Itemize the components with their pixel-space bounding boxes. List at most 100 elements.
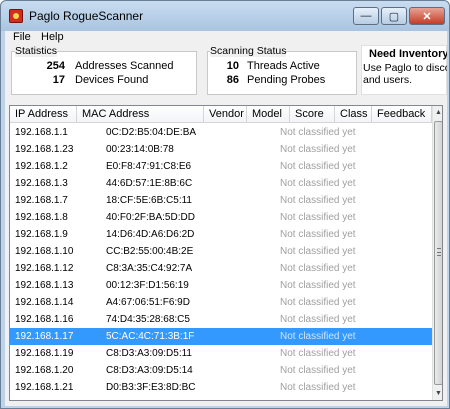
cell-mac-address: 18:CF:5E:6B:C5:11 (106, 195, 192, 206)
cell-mac-address: 74:D4:35:28:68:C5 (106, 314, 190, 325)
cell-mac-address: 44:6D:57:1E:8B:6C (106, 178, 193, 189)
inventory-title: Need Inventory (369, 48, 447, 60)
addresses-scanned-count: 254 (46, 60, 65, 72)
column-ip-address[interactable]: IP Address (10, 106, 77, 123)
vertical-scrollbar[interactable]: ▲ ▼ (432, 106, 442, 400)
menu-help[interactable]: Help (41, 31, 64, 43)
cell-classification-status: Not classified yet (280, 161, 356, 172)
cell-ip-address: 192.168.1.12 (15, 263, 74, 274)
cell-mac-address: D0:B3:3F:E3:8D:BC (106, 382, 196, 393)
table-row[interactable]: 192.168.1.17 5C:AC:4C:71:3B:1F Not classif… (10, 328, 432, 345)
close-button[interactable]: ✕ (409, 7, 445, 25)
cell-classification-status: Not classified yet (280, 127, 356, 138)
app-logo-icon (9, 9, 23, 23)
cell-classification-status: Not classified yet (280, 144, 356, 155)
cell-ip-address: 192.168.1.13 (15, 280, 74, 291)
column-score[interactable]: Score (290, 106, 335, 123)
table-row[interactable]: 192.168.1.2 E0:F8:47:91:C8:E6 Not classifi… (10, 158, 432, 175)
cell-ip-address: 192.168.1.10 (15, 246, 74, 257)
cell-classification-status: Not classified yet (280, 246, 356, 257)
status-bar (5, 403, 447, 406)
cell-classification-status: Not classified yet (280, 365, 356, 376)
table-row[interactable]: 192.168.1.20 C8:D3:A3:09:D5:14 Not classif… (10, 362, 432, 379)
cell-ip-address: 192.168.1.21 (15, 382, 74, 393)
statistics-panel (11, 51, 197, 95)
scanning-status-panel (207, 51, 357, 95)
table-row[interactable]: 192.168.1.13 00:12:3F:D1:56:19 Not classif… (10, 277, 432, 294)
pending-probes-label: Pending Probes (247, 74, 326, 86)
scroll-thumb[interactable] (434, 121, 442, 385)
column-model[interactable]: Model (247, 106, 290, 123)
table-row[interactable]: 192.168.1.16 74:D4:35:28:68:C5 Not classif… (10, 311, 432, 328)
inventory-text-line1[interactable]: Use Paglo to disco (363, 62, 447, 74)
cell-mac-address: E0:F8:47:91:C8:E6 (106, 161, 192, 172)
pending-probes-count: 86 (226, 74, 239, 86)
cell-classification-status: Not classified yet (280, 212, 356, 223)
column-feedback[interactable]: Feedback (372, 106, 432, 123)
cell-mac-address: C8:D3:A3:09:D5:14 (106, 365, 193, 376)
client-area: File Help Statistics 254 Addresses Scann… (5, 31, 447, 406)
cell-classification-status: Not classified yet (280, 348, 356, 359)
cell-ip-address: 192.168.1.14 (15, 297, 74, 308)
column-class[interactable]: Class (335, 106, 372, 123)
threads-active-label: Threads Active (247, 60, 320, 72)
cell-ip-address: 192.168.1.20 (15, 365, 74, 376)
devices-found-label: Devices Found (75, 74, 149, 86)
table-row[interactable]: 192.168.1.14 A4:67:06:51:F6:9D Not classif… (10, 294, 432, 311)
column-mac-address[interactable]: MAC Address (77, 106, 204, 123)
app-window: Paglo RogueScanner — ▢ ✕ File Help Stati… (0, 0, 450, 409)
table-row[interactable]: 192.168.1.1 0C:D2:B5:04:DE:BA Not classifi… (10, 124, 432, 141)
cell-classification-status: Not classified yet (280, 280, 356, 291)
title-bar[interactable]: Paglo RogueScanner — ▢ ✕ (1, 1, 449, 31)
table-row[interactable]: 192.168.1.12 C8:3A:35:C4:92:7A Not classif… (10, 260, 432, 277)
cell-classification-status: Not classified yet (280, 263, 356, 274)
device-list[interactable]: IP Address MAC Address Vendor Model Scor… (9, 105, 443, 401)
cell-ip-address: 192.168.1.17 (15, 331, 74, 342)
cell-ip-address: 192.168.1.19 (15, 348, 74, 359)
table-row[interactable]: 192.168.1.10 CC:B2:55:00:4B:2E Not classif… (10, 243, 432, 260)
table-row[interactable]: 192.168.1.8 40:F0:2F:BA:5D:DD Not classifi… (10, 209, 432, 226)
cell-mac-address: CC:B2:55:00:4B:2E (106, 246, 194, 257)
cell-ip-address: 192.168.1.2 (15, 161, 68, 172)
devices-found-count: 17 (52, 74, 65, 86)
scroll-up-arrow-icon[interactable]: ▲ (433, 106, 442, 119)
cell-classification-status: Not classified yet (280, 382, 356, 393)
maximize-button[interactable]: ▢ (381, 7, 407, 25)
table-row[interactable]: 192.168.1.7 18:CF:5E:6B:C5:11 Not classifi… (10, 192, 432, 209)
cell-mac-address: 0C:D2:B5:04:DE:BA (106, 127, 197, 138)
list-header: IP Address MAC Address Vendor Model Scor… (10, 106, 432, 123)
cell-mac-address: A4:67:06:51:F6:9D (106, 297, 190, 308)
menu-file[interactable]: File (13, 31, 31, 43)
table-row[interactable]: 192.168.1.3 44:6D:57:1E:8B:6C Not classifi… (10, 175, 432, 192)
table-row[interactable]: 192.168.1.23 00:23:14:0B:78 Not classified… (10, 141, 432, 158)
scroll-down-arrow-icon[interactable]: ▼ (433, 387, 442, 400)
cell-ip-address: 192.168.1.16 (15, 314, 74, 325)
cell-mac-address: 40:F0:2F:BA:5D:DD (106, 212, 195, 223)
cell-mac-address: C8:D3:A3:09:D5:11 (106, 348, 192, 359)
cell-mac-address: 00:12:3F:D1:56:19 (106, 280, 189, 291)
table-row[interactable]: 192.168.1.9 14:D6:4D:A6:D6:2D Not classifi… (10, 226, 432, 243)
cell-classification-status: Not classified yet (280, 229, 356, 240)
column-vendor[interactable]: Vendor (204, 106, 247, 123)
cell-mac-address: 00:23:14:0B:78 (106, 144, 174, 155)
table-row[interactable]: 192.168.1.19 C8:D3:A3:09:D5:11 Not classif… (10, 345, 432, 362)
statistics-title: Statistics (15, 45, 58, 57)
scroll-grip-icon (437, 248, 441, 256)
table-row[interactable]: 192.168.1.21 D0:B3:3F:E3:8D:BC Not classif… (10, 379, 432, 396)
cell-ip-address: 192.168.1.3 (15, 178, 68, 189)
cell-ip-address: 192.168.1.8 (15, 212, 68, 223)
cell-mac-address: 5C:AC:4C:71:3B:1F (106, 331, 195, 342)
cell-ip-address: 192.168.1.1 (15, 127, 68, 138)
cell-mac-address: C8:3A:35:C4:92:7A (106, 263, 193, 274)
cell-ip-address: 192.168.1.7 (15, 195, 68, 206)
inventory-text-line2: and users. (363, 74, 413, 86)
cell-classification-status: Not classified yet (280, 331, 356, 342)
cell-mac-address: 14:D6:4D:A6:D6:2D (106, 229, 195, 240)
threads-active-count: 10 (226, 60, 239, 72)
scanning-status-title: Scanning Status (210, 45, 287, 57)
menu-bar: File Help (5, 31, 447, 45)
cell-ip-address: 192.168.1.9 (15, 229, 68, 240)
minimize-button[interactable]: — (353, 7, 379, 25)
addresses-scanned-label: Addresses Scanned (75, 60, 174, 72)
cell-classification-status: Not classified yet (280, 297, 356, 308)
